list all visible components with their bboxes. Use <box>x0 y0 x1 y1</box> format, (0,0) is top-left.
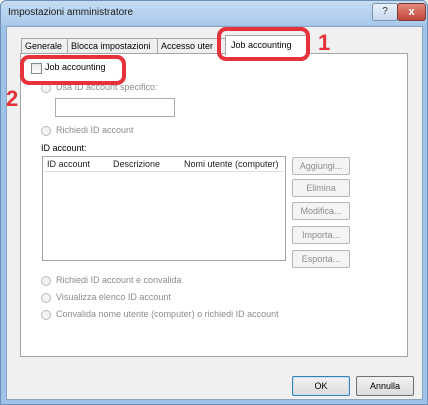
highlight-tab-job-accounting <box>217 27 310 61</box>
radio-request-account-id-label: Richiedi ID account <box>56 125 134 135</box>
close-button[interactable]: x <box>397 3 426 21</box>
edit-button[interactable]: Modifica... <box>292 202 350 220</box>
window-title: Impostazioni amministratore <box>8 7 134 18</box>
highlight-job-accounting-checkbox <box>20 55 126 85</box>
tab-generale[interactable]: Generale <box>21 38 71 54</box>
radio-request-and-validate-label: Richiedi ID account e convalida <box>56 275 182 285</box>
list-header-divider <box>43 171 284 172</box>
specific-account-input[interactable] <box>55 98 175 117</box>
ok-button[interactable]: OK <box>292 376 350 396</box>
import-button[interactable]: Importa... <box>292 226 350 244</box>
radio-validate-user-name[interactable] <box>41 310 51 320</box>
add-button[interactable]: Aggiungi... <box>292 157 350 175</box>
radio-request-account-id[interactable] <box>41 126 51 136</box>
radio-validate-user-name-label: Convalida nome utente (computer) o richi… <box>56 309 279 319</box>
id-account-label: ID account: <box>41 143 87 153</box>
tab-blocca-impostazioni[interactable]: Blocca impostazioni <box>67 38 161 54</box>
radio-show-account-list[interactable] <box>41 293 51 303</box>
column-header-descrizione[interactable]: Descrizione <box>113 157 175 171</box>
delete-button[interactable]: Elimina <box>292 179 350 197</box>
radio-request-and-validate[interactable] <box>41 276 51 286</box>
help-button[interactable]: ? <box>372 3 398 21</box>
export-button[interactable]: Esporta... <box>292 250 350 268</box>
column-header-nomi-utente[interactable]: Nomi utente (computer) <box>184 157 282 171</box>
column-header-id-account[interactable]: ID account <box>47 157 107 171</box>
step-marker-2: 2 <box>6 86 19 111</box>
cancel-button[interactable]: Annulla <box>356 376 414 396</box>
radio-show-account-list-label: Visualizza elenco ID account <box>56 292 171 302</box>
step-marker-1: 1 <box>318 30 331 55</box>
